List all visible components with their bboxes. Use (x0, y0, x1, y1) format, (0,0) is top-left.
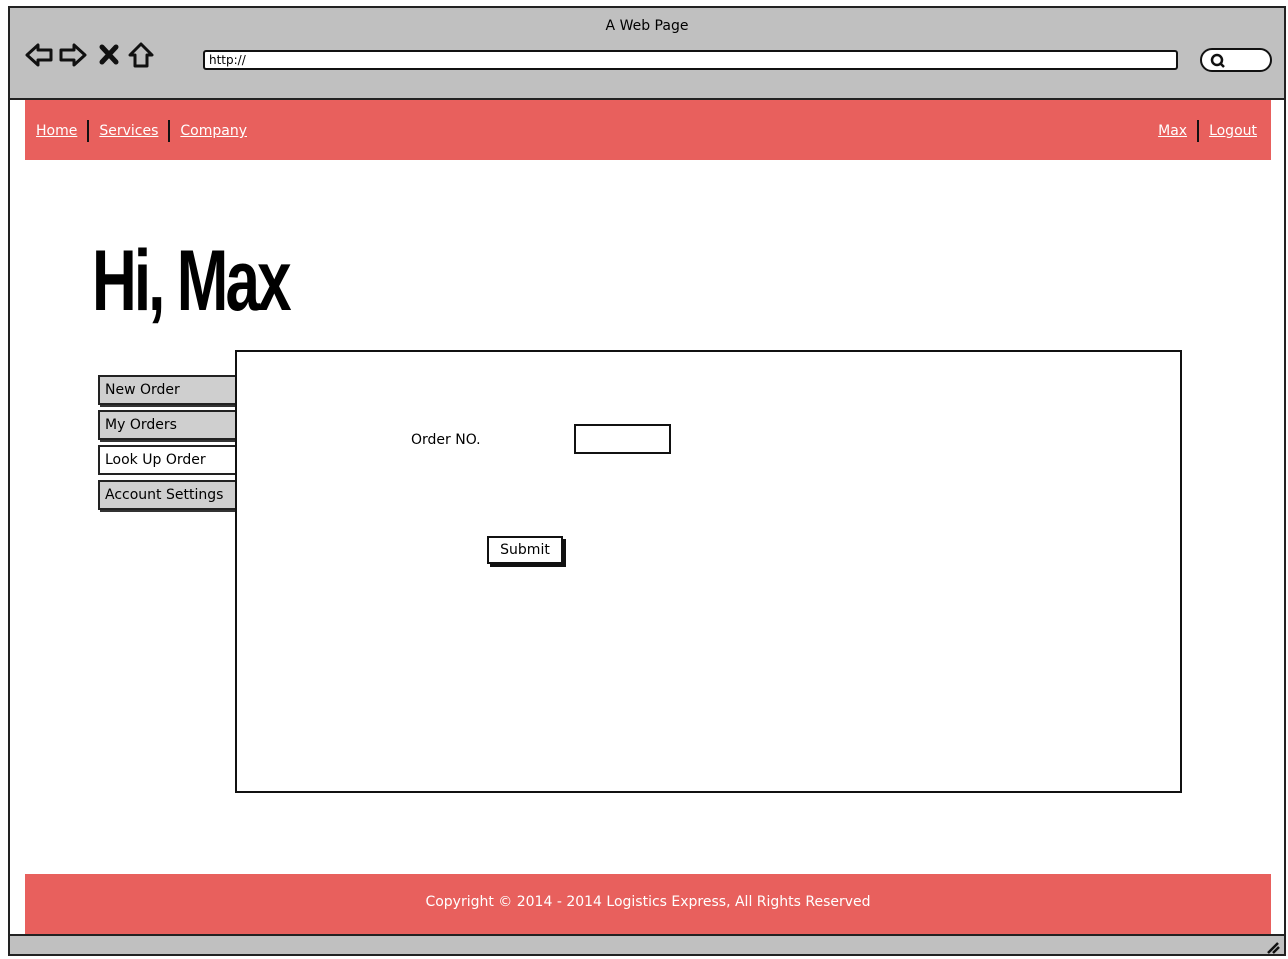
nav-link-home[interactable]: Home (36, 123, 77, 139)
nav-link-company[interactable]: Company (180, 123, 247, 139)
greeting-heading: Hi, Max (92, 233, 292, 329)
window-title: A Web Page (605, 18, 689, 34)
top-navigation-bar: Home Services Company Max Logout (25, 100, 1271, 160)
resize-grip-icon[interactable] (1264, 938, 1280, 954)
copyright-text: Copyright © 2014 - 2014 Logistics Expres… (425, 894, 871, 910)
tab-new-order[interactable]: New Order (98, 375, 238, 405)
url-input[interactable]: http:// (203, 50, 1178, 70)
search-field[interactable] (1200, 48, 1272, 72)
order-number-label: Order NO. (411, 432, 481, 448)
forward-arrow-icon[interactable] (58, 40, 88, 70)
home-icon[interactable] (126, 40, 156, 70)
tab-my-orders[interactable]: My Orders (98, 410, 238, 440)
look-up-order-panel: Order NO. Submit (235, 350, 1182, 793)
nav-link-services[interactable]: Services (99, 123, 158, 139)
close-x-icon[interactable] (94, 40, 124, 70)
browser-chrome: A Web Page http:// (10, 8, 1284, 100)
tab-look-up-order[interactable]: Look Up Order (98, 445, 240, 475)
back-arrow-icon[interactable] (24, 40, 54, 70)
user-name-link[interactable]: Max (1158, 123, 1187, 139)
user-nav-links: Max Logout (1158, 120, 1257, 142)
main-nav-links: Home Services Company (36, 120, 247, 142)
footer-bar: Copyright © 2014 - 2014 Logistics Expres… (25, 874, 1271, 934)
nav-divider (168, 120, 171, 142)
status-bar (10, 934, 1284, 954)
tab-account-settings[interactable]: Account Settings (98, 480, 238, 510)
search-icon (1210, 53, 1225, 68)
order-number-input[interactable] (574, 424, 671, 454)
nav-divider (87, 120, 90, 142)
logout-link[interactable]: Logout (1209, 123, 1257, 139)
submit-button[interactable]: Submit (487, 536, 563, 564)
nav-divider (1197, 120, 1200, 142)
browser-window: A Web Page http:// Home Services Company… (8, 6, 1286, 956)
